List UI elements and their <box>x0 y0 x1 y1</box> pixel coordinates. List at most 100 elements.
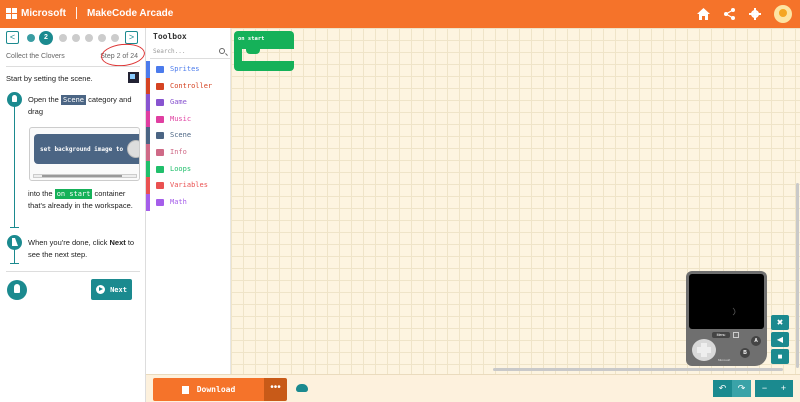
category-label: Sprites <box>170 65 200 73</box>
zoom-out-icon[interactable]: − <box>755 380 774 397</box>
on-start-block[interactable]: on start <box>234 31 294 71</box>
divider <box>6 66 140 67</box>
screenshot-icon[interactable] <box>733 332 739 338</box>
previous-step-button[interactable]: < <box>6 31 19 44</box>
rail-end <box>10 227 19 228</box>
block-bottom <box>234 61 294 71</box>
toolbox-category-controller[interactable]: Controller <box>146 77 230 95</box>
microsoft-logo-icon <box>6 7 17 19</box>
next-step-button[interactable]: > <box>125 31 138 44</box>
settings-icon[interactable] <box>742 0 768 28</box>
app-title: MakeCode Arcade <box>87 7 174 19</box>
image-icon[interactable] <box>128 72 139 83</box>
zoom-in-icon[interactable]: + <box>774 380 793 397</box>
math-icon <box>156 198 164 206</box>
variables-icon <box>156 182 164 190</box>
download-icon <box>181 385 189 394</box>
b-button[interactable]: B <box>740 348 750 358</box>
toolbox-category-info[interactable]: Info <box>146 144 230 161</box>
share-icon[interactable] <box>716 0 742 28</box>
image-picker-knob <box>127 140 139 158</box>
category-color-bar <box>146 193 150 211</box>
scene-category-chip: Scene <box>60 95 87 105</box>
step-dot[interactable] <box>85 34 93 42</box>
download-button[interactable]: Download <box>153 378 264 401</box>
workspace-vertical-scrollbar[interactable] <box>796 183 799 368</box>
menu-button[interactable]: Menu <box>712 332 730 338</box>
simulator-logo: Microsoft <box>718 358 731 362</box>
on-start-label: on start <box>234 31 294 49</box>
divider <box>6 271 140 272</box>
step1-instruction: Open the Scene category and drag <box>28 94 138 118</box>
game-icon <box>156 99 164 107</box>
mute-icon[interactable]: ◀ <box>771 332 789 347</box>
search-placeholder: Search... <box>153 48 186 55</box>
toolbox-category-scene[interactable]: Scene <box>146 127 230 145</box>
scene-icon <box>156 132 164 140</box>
category-label: Scene <box>170 131 192 140</box>
step-rail <box>14 248 15 264</box>
category-color-bar <box>146 144 150 161</box>
simulator-screen[interactable] <box>689 274 764 329</box>
workspace-horizontal-scrollbar[interactable] <box>493 368 783 371</box>
search-icon[interactable] <box>219 48 225 54</box>
hint-lightbulb-icon[interactable] <box>7 280 27 300</box>
category-color-bar <box>146 77 150 95</box>
block-side <box>234 49 242 61</box>
next-button[interactable]: Next <box>91 279 132 300</box>
toolbox-category-sprites[interactable]: Sprites <box>146 61 230 78</box>
music-icon <box>156 115 164 123</box>
step-dot[interactable] <box>111 34 119 42</box>
next-button-label: Next <box>110 285 127 294</box>
on-start-chip: on start <box>54 189 93 199</box>
step-dot[interactable] <box>27 34 35 42</box>
header-bar: Microsoft MakeCode Arcade <box>0 0 800 28</box>
step-dot[interactable] <box>59 34 67 42</box>
toolbox-category-math[interactable]: Math <box>146 193 230 211</box>
fullscreen-icon[interactable]: ■ <box>771 349 789 364</box>
annotation-circle <box>99 41 147 69</box>
controller-icon <box>156 82 164 90</box>
category-color-bar <box>146 61 150 78</box>
category-label: Info <box>170 148 187 156</box>
step-dot[interactable] <box>98 34 106 42</box>
info-icon <box>156 149 164 156</box>
cloud-save-icon[interactable] <box>296 384 308 392</box>
toolbox-category-game[interactable]: Game <box>146 94 230 112</box>
rail-end <box>10 263 19 264</box>
a-button[interactable]: A <box>751 336 761 346</box>
undo-icon[interactable]: ↶ <box>713 380 732 397</box>
sprites-icon <box>156 66 164 73</box>
category-label: Game <box>170 98 187 107</box>
more-options-button[interactable]: ••• <box>264 378 287 401</box>
step-rail <box>14 102 15 228</box>
pointer-icon <box>7 235 22 250</box>
home-icon[interactable] <box>690 0 716 28</box>
game-simulator: Menu A B Microsoft <box>686 271 767 366</box>
step1-followup: into the on start container that's alrea… <box>28 188 138 212</box>
step1-into: into the <box>28 189 53 198</box>
set-background-block: set background image to <box>34 134 139 164</box>
category-label: Controller <box>170 81 213 90</box>
avatar[interactable] <box>774 5 792 23</box>
toolbox-search-input[interactable]: Search... <box>150 45 230 59</box>
step-dot[interactable] <box>72 34 80 42</box>
current-step-dot[interactable]: 2 <box>39 31 53 45</box>
stop-icon[interactable]: ✖ <box>771 315 789 330</box>
brand[interactable]: Microsoft MakeCode Arcade <box>6 7 173 19</box>
toolbox-category-variables[interactable]: Variables <box>146 177 230 195</box>
brand-divider <box>76 7 77 19</box>
bottom-bar: Download ••• ↶ ↷ − + <box>146 374 800 402</box>
toolbox-category-loops[interactable]: Loops <box>146 160 230 178</box>
simulator-toolbar: ✖ ◀ ■ <box>771 315 789 365</box>
tutorial-title: Collect the Clovers <box>6 53 65 60</box>
preview-scrollbar <box>33 174 137 178</box>
dpad[interactable] <box>692 339 716 361</box>
loops-icon <box>156 165 164 173</box>
tutorial-panel: < 2 > Collect the Clovers Step 2 of 24 S… <box>0 28 147 402</box>
toolbox-title: Toolbox <box>153 32 187 41</box>
step-navigation: < 2 > <box>6 31 140 45</box>
category-label: Variables <box>170 181 208 190</box>
redo-icon[interactable]: ↷ <box>732 380 751 397</box>
toolbox-category-music[interactable]: Music <box>146 110 230 128</box>
